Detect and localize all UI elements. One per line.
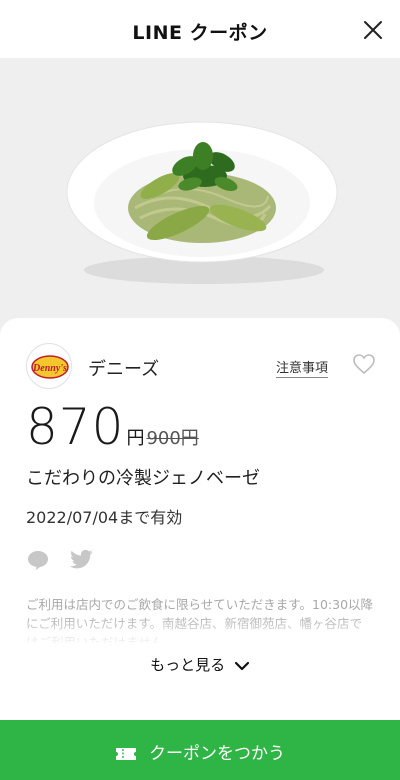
- coupon-card: Denny's デニーズ 注意事項 870 円 900円 こだわりの冷製ジェノベーゼ…: [0, 318, 400, 780]
- brand-row: Denny's デニーズ 注意事項: [26, 340, 376, 390]
- original-price: 900円: [146, 428, 199, 449]
- show-more-label: もっと見る: [150, 656, 226, 674]
- expiry-date: 2022/07/04まで有効: [26, 508, 183, 527]
- chevron-down-icon: [234, 661, 249, 670]
- show-more-button[interactable]: もっと見る: [0, 654, 400, 675]
- brand-logo: Denny's: [26, 343, 72, 389]
- dennys-logo-icon: Denny's: [31, 355, 69, 379]
- price: 870: [26, 398, 125, 456]
- use-coupon-label: クーポンをつかう: [149, 744, 285, 764]
- twitter-icon[interactable]: [70, 549, 94, 571]
- notes-link[interactable]: 注意事項: [275, 357, 328, 378]
- coupon-image: [0, 58, 400, 343]
- price-yen: 円: [126, 428, 145, 449]
- header: LINE クーポン: [0, 0, 400, 58]
- brand-name: デニーズ: [88, 359, 160, 380]
- pasta-plate-image: [66, 121, 338, 284]
- item-name: こだわりの冷製ジェノベーゼ: [26, 468, 260, 489]
- close-icon[interactable]: [362, 19, 384, 41]
- page-title: LINE クーポン: [132, 22, 268, 44]
- use-coupon-button[interactable]: クーポンをつかう: [0, 720, 400, 780]
- ticket-icon: [116, 748, 136, 760]
- price-row: 870 円 900円: [26, 398, 199, 460]
- heart-icon[interactable]: [352, 353, 376, 375]
- svg-text:Denny's: Denny's: [32, 363, 67, 374]
- notice-fade: [0, 614, 400, 646]
- line-icon[interactable]: [26, 548, 50, 572]
